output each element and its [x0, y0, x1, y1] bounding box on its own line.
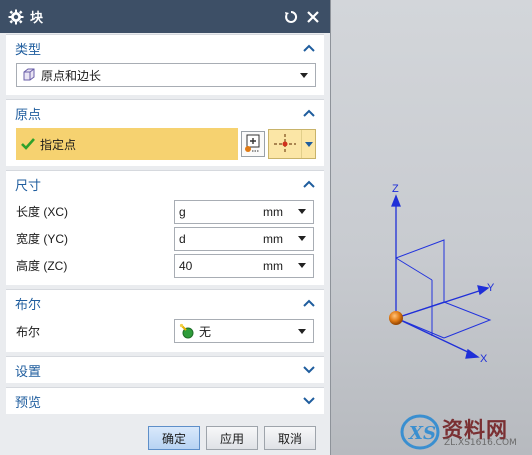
boolean-group-title: 布尔	[15, 296, 42, 312]
origin-group-header[interactable]: 原点	[6, 100, 324, 126]
chevron-up-icon[interactable]	[302, 177, 316, 191]
length-unit: mm	[263, 204, 283, 219]
preview-group: 预览	[6, 387, 324, 414]
dimensions-group: 尺寸 长度 (XC) g mm 宽度 (YC) d mm 高度 (ZC) 40 …	[6, 170, 324, 285]
y-axis-label: Y	[487, 282, 495, 294]
dialog-titlebar[interactable]: 块	[0, 0, 330, 33]
dialog-footer: 确定 应用 取消	[0, 421, 330, 455]
dialog-body: 类型 原点和边长 原点 指定点 尺寸 长度 (XC) g mm 宽度 (YC) …	[0, 33, 330, 455]
height-row: 高度 (ZC) 40 mm	[16, 252, 316, 279]
dialog-title: 块	[30, 10, 45, 25]
height-input[interactable]: 40 mm	[174, 253, 314, 278]
settings-group-header[interactable]: 设置	[6, 357, 324, 383]
origin-group-title: 原点	[15, 106, 42, 122]
origin-point-marker	[389, 311, 403, 325]
length-row: 长度 (XC) g mm	[16, 198, 316, 225]
triad-and-block-wireframe: Z Y X	[389, 183, 495, 365]
checkmark-icon	[20, 136, 36, 152]
chevron-down-icon[interactable]	[302, 363, 316, 377]
z-axis-label: Z	[392, 183, 399, 195]
inferred-point-icon	[269, 130, 301, 158]
reset-icon[interactable]	[282, 8, 300, 26]
length-value: g	[179, 204, 186, 219]
x-axis-label: X	[480, 353, 488, 365]
chevron-down-icon[interactable]	[302, 394, 316, 408]
boolean-label: 布尔	[16, 324, 41, 339]
boolean-select[interactable]: 无	[174, 319, 314, 343]
point-constructor-icon	[245, 134, 260, 152]
width-value: d	[179, 231, 186, 246]
settings-group: 设置	[6, 356, 324, 383]
watermark-url: ZL.XS1616.COM	[444, 438, 517, 448]
settings-group-title: 设置	[15, 363, 42, 379]
block-icon	[21, 67, 37, 83]
type-group-header[interactable]: 类型	[6, 35, 324, 61]
boolean-none-icon	[179, 323, 195, 339]
width-unit: mm	[263, 231, 283, 246]
apply-button[interactable]: 应用	[206, 426, 258, 450]
specify-point-row[interactable]: 指定点	[16, 128, 238, 160]
type-select-value: 原点和边长	[41, 68, 102, 83]
chevron-down-icon[interactable]	[299, 70, 309, 80]
preview-group-header[interactable]: 预览	[6, 388, 324, 414]
close-icon[interactable]	[304, 8, 322, 26]
boolean-select-value: 无	[199, 324, 212, 339]
chevron-down-icon[interactable]	[301, 130, 315, 158]
type-group: 类型 原点和边长	[6, 34, 324, 95]
type-select[interactable]: 原点和边长	[16, 63, 316, 87]
chevron-down-icon[interactable]	[297, 261, 307, 271]
watermark-emblem-icon: XS	[400, 414, 440, 450]
specify-point-label: 指定点	[40, 137, 77, 152]
height-unit: mm	[263, 258, 283, 273]
chevron-down-icon[interactable]	[297, 326, 307, 336]
chevron-up-icon[interactable]	[302, 296, 316, 310]
svg-text:XS: XS	[408, 423, 436, 444]
point-type-dropdown[interactable]	[268, 129, 316, 159]
graphics-viewport[interactable]: Z Y X	[330, 0, 532, 455]
chevron-up-icon[interactable]	[302, 41, 316, 55]
cancel-button[interactable]: 取消	[264, 426, 316, 450]
width-row: 宽度 (YC) d mm	[16, 225, 316, 252]
origin-group: 原点 指定点	[6, 99, 324, 166]
preview-group-title: 预览	[15, 394, 42, 410]
height-value: 40	[179, 258, 193, 273]
length-label: 长度 (XC)	[16, 205, 68, 219]
gear-icon[interactable]	[8, 9, 24, 25]
length-input[interactable]: g mm	[174, 199, 314, 224]
boolean-group: 布尔 布尔 无	[6, 289, 324, 352]
width-label: 宽度 (YC)	[16, 232, 68, 246]
dimensions-group-header[interactable]: 尺寸	[6, 171, 324, 197]
width-input[interactable]: d mm	[174, 226, 314, 251]
dimensions-group-title: 尺寸	[15, 177, 42, 193]
chevron-down-icon[interactable]	[297, 234, 307, 244]
type-group-title: 类型	[15, 41, 42, 57]
chevron-down-icon[interactable]	[297, 207, 307, 217]
chevron-up-icon[interactable]	[302, 106, 316, 120]
ok-button[interactable]: 确定	[148, 426, 200, 450]
height-label: 高度 (ZC)	[16, 259, 68, 273]
point-dialog-button[interactable]	[241, 131, 265, 157]
boolean-row: 布尔 无	[16, 316, 316, 346]
boolean-group-header[interactable]: 布尔	[6, 290, 324, 316]
watermark-logo: XS 资料网 ZL.XS1616.COM	[398, 408, 532, 455]
block-dialog: 块 类型 原点和边长 原点 指定点 尺寸 长度 (XC) g mm 宽度 (YC…	[0, 0, 331, 455]
